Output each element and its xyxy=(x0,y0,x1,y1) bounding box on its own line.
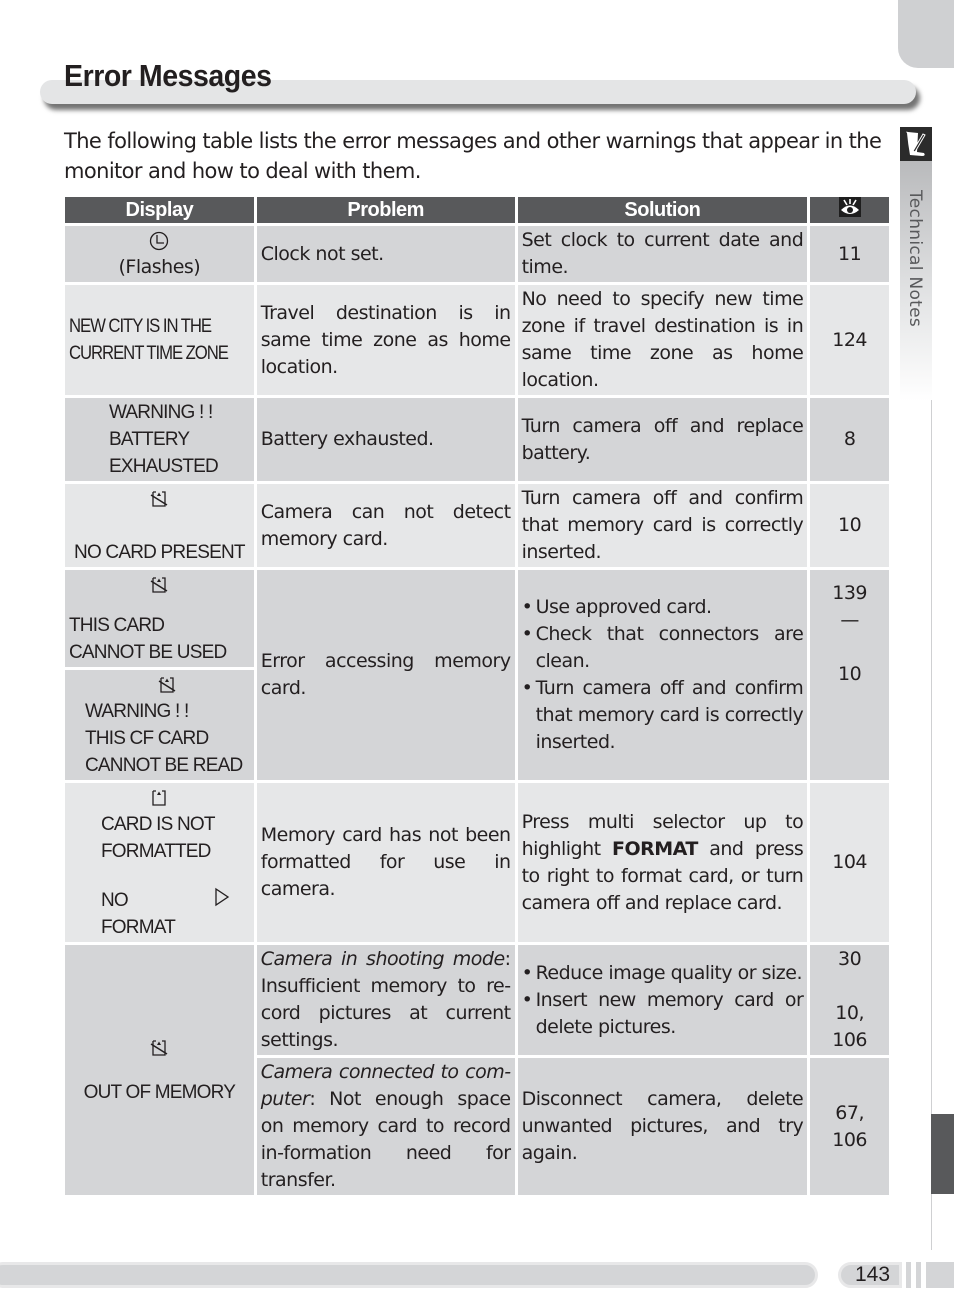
reference-cell: 104 xyxy=(810,783,889,942)
display-cell: WARNING ! ! BATTERY EXHAUSTED xyxy=(65,398,254,481)
clock-icon xyxy=(150,231,169,251)
solution-item: Reduce image quality or size. xyxy=(522,960,804,987)
table-row: WARNING ! ! BATTERY EXHAUSTED Battery ex… xyxy=(65,398,889,481)
solution-cell: Disconnect camera, delete unwanted pictu… xyxy=(517,1058,808,1195)
eye-icon xyxy=(838,197,861,217)
display-cell: NEW CITY IS IN THE CURRENT TIME ZONE xyxy=(65,285,254,395)
footer-bar xyxy=(0,1262,818,1288)
solution-cell: Press multi selector up to highlight FOR… xyxy=(517,783,808,942)
card-icon xyxy=(152,790,167,806)
triangle-right-icon xyxy=(215,887,229,907)
solution-cell: Set clock to current date and time. xyxy=(517,226,808,282)
no-card-icon xyxy=(150,1040,168,1056)
pen-paper-icon xyxy=(900,127,932,161)
page-number: 143 xyxy=(838,1262,902,1288)
corner-tab xyxy=(898,0,954,68)
no-card-icon xyxy=(158,677,176,693)
reference-cell: 10 xyxy=(810,484,889,567)
solution-item: Check that connectors are clean. xyxy=(522,621,804,675)
solution-list: Use approved card. Check that connectors… xyxy=(522,594,804,756)
footer-tick xyxy=(906,1262,911,1288)
problem-cell: Camera in shooting mode: Insufficient me… xyxy=(256,945,515,1055)
reference-cell: 139 — 10 xyxy=(810,570,889,780)
solution-cell: Turn camera off and replace battery. xyxy=(517,398,808,481)
problem-cell: Memory card has not been formatted for u… xyxy=(256,783,515,942)
format-keyword: FORMAT xyxy=(611,837,698,860)
reference-cell: 30 10, 106 xyxy=(810,945,889,1055)
solution-cell: No need to specify new time zone if trav… xyxy=(517,285,808,395)
display-cell: THIS CARD CANNOT BE USED xyxy=(65,570,254,667)
reference-cell: 11 xyxy=(810,226,889,282)
solution-cell: Turn camera off and confirm that memory … xyxy=(517,484,808,567)
solution-item: Turn camera off and confirm that memory … xyxy=(522,675,804,756)
reference-cell: 124 xyxy=(810,285,889,395)
display-cell: NO CARD PRESENT xyxy=(65,484,254,567)
problem-cell: Camera connected to com-puter: Not enoug… xyxy=(256,1058,515,1195)
header-reference xyxy=(810,197,889,223)
table-row: CARD IS NOT FORMATTED NO FORMAT Memory c… xyxy=(65,783,889,942)
table-row: NEW CITY IS IN THE CURRENT TIME ZONE Tra… xyxy=(65,285,889,395)
header-display: Display xyxy=(65,197,254,223)
footer-tail xyxy=(926,1262,954,1288)
header-problem: Problem xyxy=(256,197,515,223)
reference-cell: 67, 106 xyxy=(810,1058,889,1195)
table-row: OUT OF MEMORY Camera in shooting mode: I… xyxy=(65,945,889,1195)
error-messages-table: Display Problem Solution (Flashes) Clock… xyxy=(62,194,892,1198)
solution-item: Use approved card. xyxy=(522,594,804,621)
solution-cell: Reduce image quality or size. Insert new… xyxy=(517,945,808,1055)
display-cell: WARNING ! ! THIS CF CARD CANNOT BE READ xyxy=(65,670,254,780)
solution-cell: Use approved card. Check that connectors… xyxy=(517,570,808,780)
footer-tick xyxy=(916,1262,921,1288)
problem-cell: Battery exhausted. xyxy=(256,398,515,481)
reference-cell: 8 xyxy=(810,398,889,481)
header-solution: Solution xyxy=(517,197,808,223)
table-row: (Flashes) Clock not set. Set clock to cu… xyxy=(65,226,889,282)
table-header-row: Display Problem Solution xyxy=(65,197,889,223)
side-block xyxy=(931,1114,954,1194)
page-title: Error Messages xyxy=(64,58,272,93)
table-row: THIS CARD CANNOT BE USED Error accessing… xyxy=(65,570,889,780)
display-cell: (Flashes) xyxy=(65,226,254,282)
problem-cell: Error accessing memory card. xyxy=(256,570,515,780)
intro-text: The following table lists the error mess… xyxy=(64,129,882,183)
table-row: NO CARD PRESENT Camera can not detect me… xyxy=(65,484,889,567)
problem-cell: Travel destination is in same time zone … xyxy=(256,285,515,395)
problem-cell: Clock not set. xyxy=(256,226,515,282)
solution-list: Reduce image quality or size. Insert new… xyxy=(522,960,804,1041)
problem-cell: Camera can not detect memory card. xyxy=(256,484,515,567)
solution-item: Insert new memory card or delete picture… xyxy=(522,987,804,1041)
section-label: Technical Notes xyxy=(905,190,925,328)
display-cell: CARD IS NOT FORMATTED NO FORMAT xyxy=(65,783,254,942)
no-card-icon xyxy=(150,577,168,593)
no-card-icon xyxy=(150,491,168,507)
display-cell: OUT OF MEMORY xyxy=(65,945,254,1195)
